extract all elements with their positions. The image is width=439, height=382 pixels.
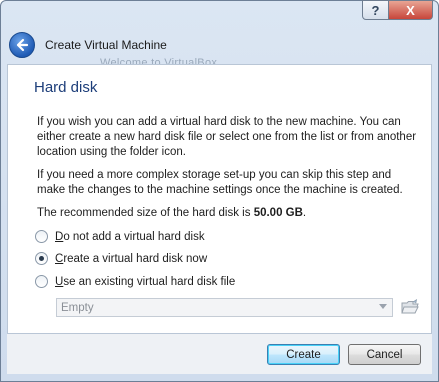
recommended-prefix: The recommended size of the hard disk is <box>37 207 254 219</box>
option-no-disk-label: Do not add a virtual hard disk <box>55 230 205 243</box>
window-title: Create Virtual Machine <box>45 38 167 52</box>
radio-create-disk[interactable] <box>35 252 48 265</box>
close-button[interactable]: X <box>389 0 433 20</box>
back-arrow-icon <box>16 38 29 52</box>
storage-paragraph: If you need a more complex storage set-u… <box>37 169 403 196</box>
intro-paragraph: If you wish you can add a virtual hard d… <box>37 116 417 158</box>
folder-open-icon <box>401 299 419 314</box>
recommended-size-value: 50.00 GB <box>253 207 303 219</box>
page-title: Hard disk <box>34 79 98 96</box>
existing-disk-value: Empty <box>61 301 94 314</box>
help-button[interactable]: ? <box>362 0 389 20</box>
cancel-button[interactable]: Cancel <box>348 344 421 365</box>
option-existing-disk[interactable]: Use an existing virtual hard disk file <box>35 275 235 288</box>
back-button[interactable] <box>9 32 35 58</box>
recommended-size-text: The recommended size of the hard disk is… <box>37 206 421 221</box>
recommended-suffix: . <box>302 207 307 219</box>
option-create-disk-label: Create a virtual hard disk now <box>55 252 208 265</box>
radio-no-disk[interactable] <box>35 230 48 243</box>
title-bar-controls: ? X <box>362 0 433 20</box>
choose-disk-file-button[interactable] <box>400 297 420 317</box>
wizard-page: Hard disk If you wish you can add a virt… <box>7 64 432 334</box>
option-existing-disk-label: Use an existing virtual hard disk file <box>55 275 236 288</box>
radio-existing-disk[interactable] <box>35 275 48 288</box>
option-create-disk[interactable]: Create a virtual hard disk now <box>35 252 207 265</box>
option-no-disk[interactable]: Do not add a virtual hard disk <box>35 230 205 243</box>
chevron-down-icon <box>379 304 387 309</box>
create-button[interactable]: Create <box>267 344 340 365</box>
wizard-header: Create Virtual Machine <box>7 26 432 64</box>
existing-disk-select[interactable]: Empty <box>56 298 393 317</box>
